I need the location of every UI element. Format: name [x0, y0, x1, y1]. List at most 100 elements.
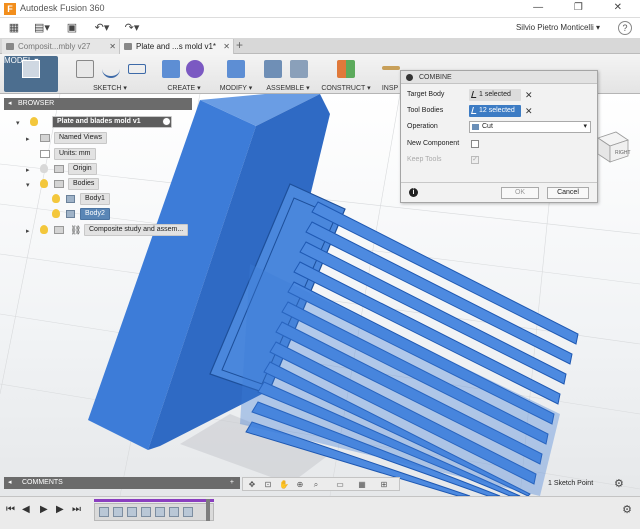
target-body-selector[interactable]: 1 selected	[469, 89, 521, 101]
display-settings-icon[interactable]: ▭	[333, 479, 347, 490]
press-pull-icon[interactable]	[227, 60, 245, 78]
browser-panel-header[interactable]: BROWSER	[4, 98, 192, 110]
arc-icon[interactable]	[102, 60, 120, 78]
redo-icon[interactable]: ↷▾	[122, 21, 142, 35]
inspect-group[interactable]: INSP	[378, 54, 402, 94]
browser-item-body2[interactable]: Body2	[38, 208, 186, 220]
look-at-icon[interactable]: ⊡	[261, 479, 275, 490]
workspace-model-button[interactable]: MODEL ▾	[4, 56, 58, 92]
visibility-bulb-icon[interactable]	[52, 209, 60, 218]
folder-icon	[54, 165, 64, 173]
help-icon[interactable]: ?	[618, 21, 632, 35]
assemble-group[interactable]: ASSEMBLE ▾	[260, 54, 316, 94]
browser-item-body1[interactable]: Body1	[38, 193, 186, 205]
timeline-feature-extrude[interactable]	[113, 507, 123, 517]
create-sketch-icon[interactable]	[76, 60, 94, 78]
document-settings-icon	[40, 150, 50, 158]
comments-panel-header[interactable]: COMMENTS +	[4, 477, 240, 489]
activate-radio-icon[interactable]	[162, 117, 171, 126]
timeline-feature-combine[interactable]	[183, 507, 193, 517]
sketch-group[interactable]: SKETCH ▾	[70, 54, 150, 94]
browser-item-origin[interactable]: ▸ Origin	[26, 163, 186, 175]
file-menu-icon[interactable]: ▤▾	[32, 21, 52, 35]
extrude-icon[interactable]	[162, 60, 180, 78]
form-icon[interactable]	[186, 60, 204, 78]
view-cube-icon[interactable]: RIGHT	[594, 128, 632, 164]
tool-bodies-selector[interactable]: 12 selected	[469, 105, 521, 117]
new-component-checkbox[interactable]	[471, 140, 479, 148]
undo-icon[interactable]: ↶▾	[92, 21, 112, 35]
collapse-icon[interactable]: ▾	[16, 118, 20, 130]
timeline-feature-sketch[interactable]	[99, 507, 109, 517]
visibility-bulb-icon[interactable]	[40, 179, 48, 188]
view-cube[interactable]: RIGHT	[594, 128, 632, 164]
browser-root-row[interactable]: ▾ Plate and blades mold v1	[16, 116, 186, 128]
timeline-feature-extrude[interactable]	[155, 507, 165, 517]
ok-button[interactable]: OK	[501, 187, 539, 199]
play-icon[interactable]: ▶	[40, 504, 48, 515]
cancel-button[interactable]: Cancel	[547, 187, 589, 199]
browser-item-named-views[interactable]: ▸ Named Views	[26, 132, 186, 144]
new-component-icon[interactable]	[264, 60, 282, 78]
rectangle-icon[interactable]	[128, 64, 146, 74]
pan-hand-icon[interactable]: ✋	[277, 479, 291, 490]
app-grid-icon[interactable]: ▦	[6, 21, 22, 35]
dialog-title[interactable]: COMBINE	[401, 71, 597, 84]
construct-group[interactable]: CONSTRUCT ▾	[320, 54, 372, 94]
offset-plane-icon[interactable]	[337, 60, 355, 78]
step-back-icon[interactable]: ◀	[22, 504, 30, 515]
browser-item-composite-link[interactable]: ▸ ⛓ Composite study and assem...	[26, 224, 196, 236]
operation-dropdown[interactable]: Cut ▾	[469, 121, 591, 133]
joint-icon[interactable]	[290, 60, 308, 78]
window-title: Autodesk Fusion 360	[20, 3, 105, 13]
select-cursor-icon	[471, 107, 478, 114]
fit-zoom-icon[interactable]: ⌕	[309, 479, 323, 490]
go-to-end-icon[interactable]: ⏭	[72, 504, 81, 515]
step-forward-icon[interactable]: ▶	[56, 504, 64, 515]
visibility-bulb-icon[interactable]	[40, 164, 48, 173]
info-icon[interactable]: i	[409, 188, 418, 197]
add-comment-icon[interactable]: +	[230, 477, 234, 489]
browser-item-units[interactable]: Units: mm	[26, 148, 186, 160]
expand-icon[interactable]: ▸	[26, 226, 30, 238]
window-controls[interactable]: — ❐ ✕	[533, 2, 636, 13]
timeline-track[interactable]	[94, 503, 214, 521]
timeline-bar: ⏮ ◀ ▶ ▶ ⏭ ⚙	[0, 496, 640, 529]
expand-icon[interactable]: ▸	[26, 165, 30, 177]
measure-icon[interactable]	[382, 66, 400, 70]
visibility-bulb-icon[interactable]	[52, 194, 60, 203]
modify-group[interactable]: MODIFY ▾	[216, 54, 256, 94]
close-icon[interactable]: ✕	[223, 39, 230, 54]
tab-plate-mold[interactable]: Plate and ...s mold v1* ✕	[120, 39, 234, 54]
viewports-icon[interactable]: ⊞	[377, 479, 391, 490]
keep-tools-checkbox[interactable]: ✓	[471, 156, 479, 164]
zoom-icon[interactable]: ⊕	[293, 479, 307, 490]
user-account[interactable]: Silvio Pietro Monticelli ▾	[516, 23, 600, 32]
visibility-bulb-icon[interactable]	[30, 117, 38, 126]
tab-composite-assembly[interactable]: Composit...mbly v27 ✕	[2, 39, 120, 54]
clear-tool-selection-icon[interactable]: ✕	[525, 105, 533, 117]
collapse-icon[interactable]: ▾	[26, 180, 30, 192]
save-icon[interactable]: ▣	[64, 21, 80, 35]
timeline-marker-handle[interactable]	[206, 499, 210, 521]
cube-icon	[22, 60, 40, 78]
create-group[interactable]: CREATE ▾	[156, 54, 212, 94]
expand-icon[interactable]: ▸	[26, 134, 30, 146]
close-icon[interactable]: ✕	[109, 39, 116, 54]
go-to-start-icon[interactable]: ⏮	[6, 504, 15, 515]
grid-settings-icon[interactable]: ▦	[355, 479, 369, 490]
combine-dialog: COMBINE Target Body 1 selected ✕ Tool Bo…	[400, 70, 598, 203]
timeline-feature-extrude[interactable]	[169, 507, 179, 517]
timeline-feature-extrude[interactable]	[141, 507, 151, 517]
browser-item-bodies[interactable]: ▾ Bodies	[26, 178, 186, 190]
link-icon: ⛓	[70, 225, 82, 235]
new-tab-icon[interactable]: +	[236, 38, 243, 53]
timeline-settings-gear-icon[interactable]: ⚙	[622, 503, 632, 516]
timeline-feature-extrude[interactable]	[127, 507, 137, 517]
orbit-icon[interactable]: ✥	[245, 479, 259, 490]
gear-icon[interactable]: ⚙	[614, 477, 624, 490]
fusion-logo-icon: F	[4, 3, 16, 15]
visibility-bulb-icon[interactable]	[40, 225, 48, 234]
clear-target-selection-icon[interactable]: ✕	[525, 89, 533, 101]
dialog-footer: i OK Cancel	[401, 182, 597, 202]
